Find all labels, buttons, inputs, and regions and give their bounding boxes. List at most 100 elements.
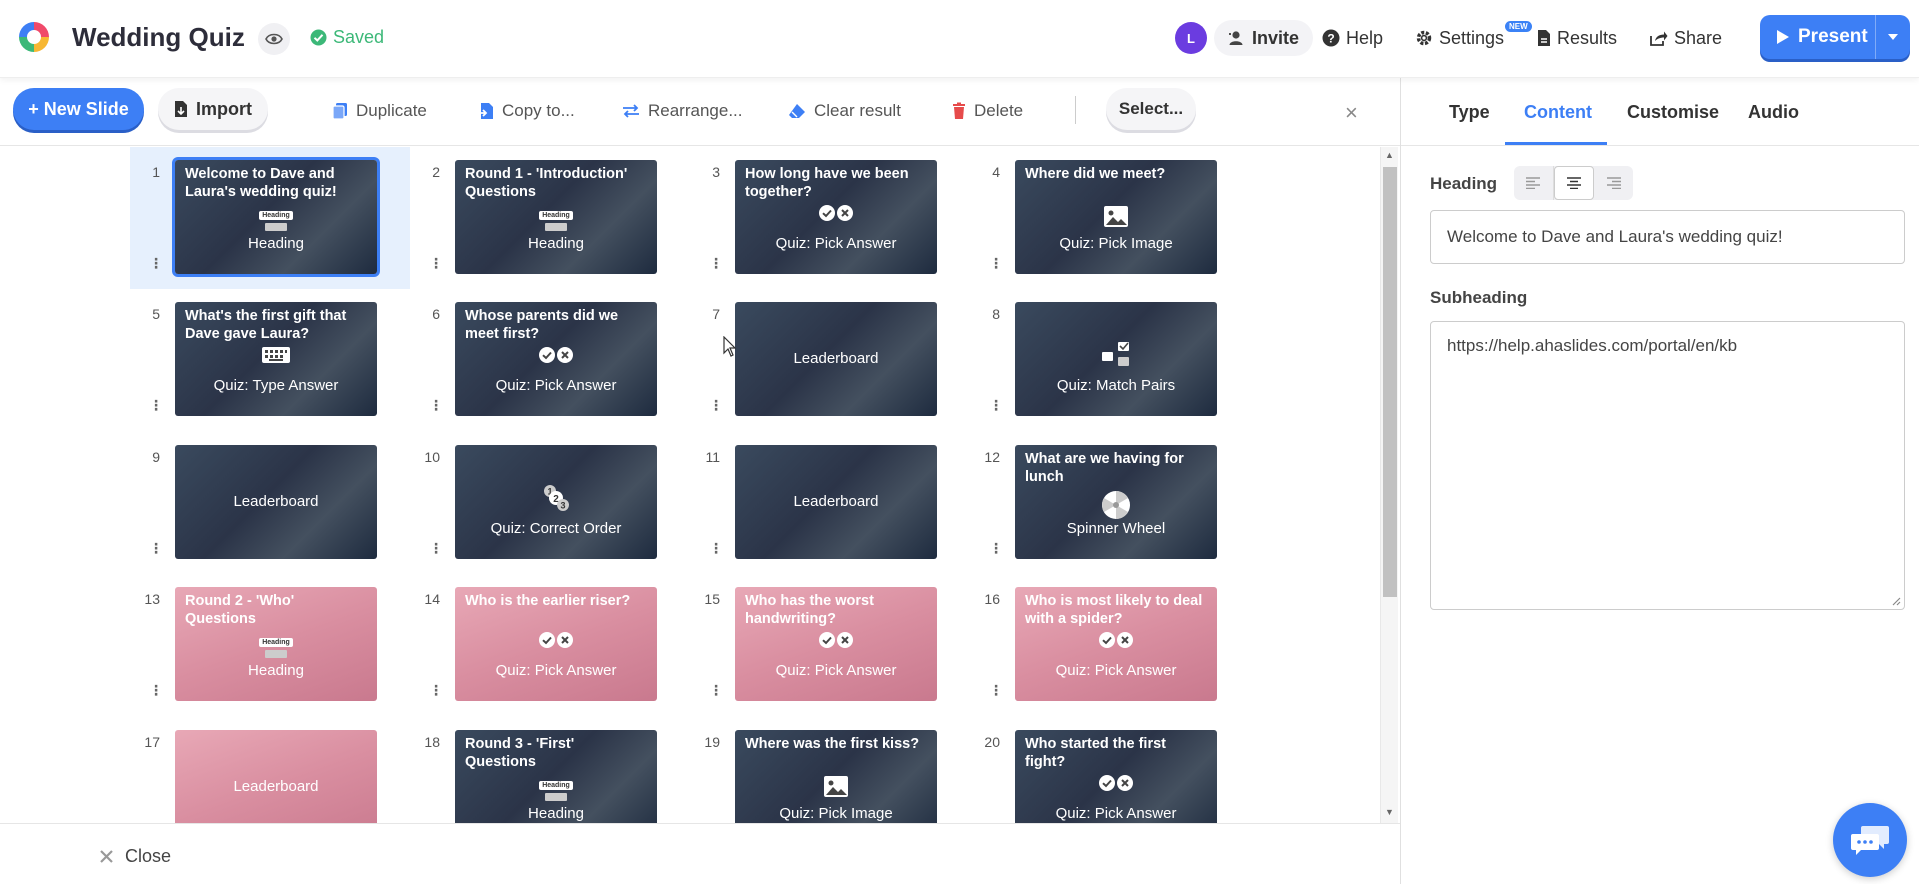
- slide-menu-icon[interactable]: ⋮: [429, 256, 443, 270]
- heading-label: Heading: [1430, 174, 1498, 193]
- tab-type[interactable]: Type: [1449, 102, 1490, 123]
- present-button[interactable]: Present: [1760, 15, 1910, 59]
- slide-thumbnail[interactable]: Who is the earlier riser? Quiz: Pick Answ…: [455, 587, 657, 701]
- slide-menu-icon[interactable]: ⋮: [149, 683, 163, 697]
- slide-number: 17: [144, 734, 160, 750]
- align-right-button[interactable]: [1594, 166, 1633, 200]
- copy-to-button[interactable]: Copy to...: [478, 98, 575, 124]
- panel-tabs: Type Content Customise Audio: [1401, 78, 1919, 146]
- close-button[interactable]: Close: [100, 846, 171, 867]
- invite-button[interactable]: Invite: [1214, 20, 1314, 56]
- slide-type-label: Quiz: Type Answer: [213, 377, 339, 394]
- slide-grid: 1 ⋮ Welcome to Dave and Laura's wedding qu…: [0, 147, 1380, 823]
- slide-thumbnail[interactable]: Who is most likely to deal with a spider…: [1015, 587, 1217, 701]
- slide-menu-icon[interactable]: ⋮: [149, 398, 163, 412]
- slide-menu-icon[interactable]: ⋮: [709, 256, 723, 270]
- pick-answer-icon: [1015, 631, 1217, 654]
- slide-type-label: Quiz: Pick Answer: [1055, 805, 1177, 822]
- check-circle-icon: [310, 29, 327, 46]
- slide-thumbnail[interactable]: Whose parents did we meet first? Quiz: Pi…: [455, 302, 657, 416]
- resize-grip-icon[interactable]: [1891, 596, 1901, 606]
- slide-thumbnail[interactable]: Leaderboard: [175, 445, 377, 559]
- vertical-scrollbar[interactable]: ▲ ▼: [1380, 147, 1398, 823]
- slide-menu-icon[interactable]: ⋮: [989, 541, 1003, 555]
- slide-number: 13: [144, 591, 160, 607]
- slide-number: 15: [704, 591, 720, 607]
- presentation-title[interactable]: Wedding Quiz: [72, 22, 245, 53]
- results-link[interactable]: Results: [1537, 22, 1617, 54]
- slide-menu-icon[interactable]: ⋮: [989, 398, 1003, 412]
- slide-menu-icon[interactable]: ⋮: [989, 256, 1003, 270]
- slide-thumbnail[interactable]: 1 2 3 Quiz: Correct Order: [455, 445, 657, 559]
- align-center-button[interactable]: [1553, 166, 1595, 200]
- slide-menu-icon[interactable]: ⋮: [429, 683, 443, 697]
- tab-content[interactable]: Content: [1524, 102, 1592, 123]
- pick-answer-icon: [455, 631, 657, 654]
- slide-menu-icon[interactable]: ⋮: [149, 541, 163, 555]
- svg-text:?: ?: [1327, 32, 1334, 46]
- slide-number: 1: [152, 164, 160, 180]
- slide-number: 11: [705, 449, 720, 465]
- top-bar: Wedding Quiz Saved L Invite ? Help Setti…: [0, 0, 1919, 78]
- scroll-down-arrow[interactable]: ▼: [1385, 807, 1394, 817]
- slide-thumbnail[interactable]: Where was the first kiss? Quiz: Pick Imag…: [735, 730, 937, 823]
- slide-thumbnail[interactable]: Leaderboard: [735, 445, 937, 559]
- slide-thumbnail[interactable]: Where did we meet? Quiz: Pick Image: [1015, 160, 1217, 274]
- import-button[interactable]: Import: [158, 88, 268, 130]
- slide-title: Who is the earlier riser?: [465, 593, 631, 609]
- copy-to-label: Copy to...: [502, 101, 575, 120]
- slide-thumbnail[interactable]: Welcome to Dave and Laura's wedding quiz…: [175, 160, 377, 274]
- slide-thumbnail[interactable]: Who has the worst handwriting? Quiz: Pick…: [735, 587, 937, 701]
- slide-menu-icon[interactable]: ⋮: [989, 683, 1003, 697]
- settings-link[interactable]: Settings: [1415, 22, 1504, 54]
- subheading-textarea[interactable]: https://help.ahaslides.com/portal/en/kb: [1430, 321, 1905, 610]
- slide-menu-icon[interactable]: ⋮: [429, 398, 443, 412]
- slide-thumbnail[interactable]: What's the first gift that Dave gave Lau…: [175, 302, 377, 416]
- new-slide-button[interactable]: + New Slide: [13, 88, 144, 130]
- slide-type-label: Quiz: Pick Image: [779, 805, 893, 822]
- scrollbar-thumb[interactable]: [1383, 167, 1397, 597]
- heading-input[interactable]: Welcome to Dave and Laura's wedding quiz…: [1430, 210, 1905, 264]
- close-toolbar-icon[interactable]: ×: [1345, 100, 1358, 126]
- slide-type-label: Quiz: Pick Answer: [775, 662, 897, 679]
- eye-icon: [265, 33, 283, 45]
- select-button[interactable]: Select...: [1106, 88, 1196, 130]
- slide-menu-icon[interactable]: ⋮: [149, 256, 163, 270]
- slide-menu-icon[interactable]: ⋮: [709, 398, 723, 412]
- preview-eye-button[interactable]: [258, 23, 290, 55]
- present-dropdown[interactable]: [1876, 33, 1910, 41]
- results-label: Results: [1557, 27, 1618, 48]
- slide-menu-icon[interactable]: ⋮: [709, 683, 723, 697]
- app-logo-icon[interactable]: [17, 20, 51, 54]
- rearrange-button[interactable]: Rearrange...: [622, 98, 743, 124]
- slide-thumbnail[interactable]: Who started the first fight? Quiz: Pick A…: [1015, 730, 1217, 823]
- slide-thumbnail[interactable]: How long have we been together? Quiz: Pic…: [735, 160, 937, 274]
- scroll-up-arrow[interactable]: ▲: [1385, 150, 1394, 160]
- delete-button[interactable]: Delete: [952, 98, 1023, 124]
- slide-thumbnail[interactable]: Round 2 - 'Who' Questions Heading Heading: [175, 587, 377, 701]
- slide-thumbnail[interactable]: Quiz: Match Pairs: [1015, 302, 1217, 416]
- slide-thumbnail[interactable]: Leaderboard: [175, 730, 377, 823]
- tab-customise[interactable]: Customise: [1627, 102, 1719, 123]
- present-main[interactable]: Present: [1760, 15, 1876, 59]
- align-left-button[interactable]: [1514, 166, 1554, 200]
- share-link[interactable]: Share: [1650, 22, 1722, 54]
- chat-support-button[interactable]: [1833, 803, 1907, 877]
- help-icon: ?: [1322, 29, 1340, 47]
- align-right-icon: [1606, 177, 1621, 189]
- slide-thumbnail[interactable]: What are we having for lunch Spinner Whee…: [1015, 445, 1217, 559]
- help-label: Help: [1346, 27, 1384, 48]
- slide-thumbnail[interactable]: Round 3 - 'First' Questions Heading Headin…: [455, 730, 657, 823]
- duplicate-button[interactable]: Duplicate: [332, 98, 427, 124]
- help-link[interactable]: ? Help: [1322, 22, 1383, 54]
- slide-thumbnail[interactable]: Round 1 - 'Introduction' Questions Headin…: [455, 160, 657, 274]
- slide-thumbnail[interactable]: Leaderboard: [735, 302, 937, 416]
- slide-number: 16: [984, 591, 1000, 607]
- slide-menu-icon[interactable]: ⋮: [709, 541, 723, 555]
- user-avatar[interactable]: L: [1175, 22, 1207, 54]
- slide-number: 2: [432, 164, 440, 180]
- clear-result-button[interactable]: Clear result: [788, 98, 901, 124]
- tab-audio[interactable]: Audio: [1748, 102, 1799, 123]
- slide-type-label: Heading: [528, 235, 584, 252]
- slide-menu-icon[interactable]: ⋮: [429, 541, 443, 555]
